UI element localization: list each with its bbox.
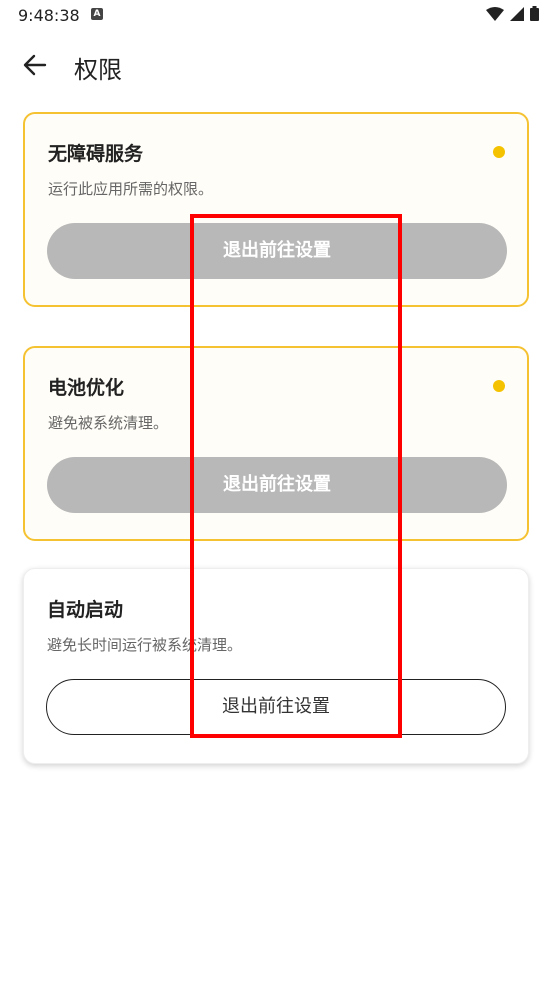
signal-icon xyxy=(510,6,524,21)
app-bar: 权限 xyxy=(0,40,553,90)
card-title: 电池优化 xyxy=(48,377,125,399)
notification-icon: A xyxy=(91,8,103,20)
battery-icon xyxy=(530,6,539,21)
warning-dot-icon xyxy=(493,146,505,158)
status-icons xyxy=(486,6,539,21)
arrow-left-icon[interactable] xyxy=(22,52,48,78)
page-title: 权限 xyxy=(74,56,122,84)
card-title: 无障碍服务 xyxy=(48,143,144,165)
status-time: 9:48:38 xyxy=(18,6,80,25)
card-description: 运行此应用所需的权限。 xyxy=(48,180,214,198)
wifi-icon xyxy=(486,6,504,21)
card-title: 自动启动 xyxy=(47,599,124,621)
warning-dot-icon xyxy=(493,380,505,392)
highlight-box xyxy=(190,214,402,738)
card-description: 避免被系统清理。 xyxy=(48,414,169,432)
status-bar: 9:48:38 A xyxy=(0,0,553,30)
